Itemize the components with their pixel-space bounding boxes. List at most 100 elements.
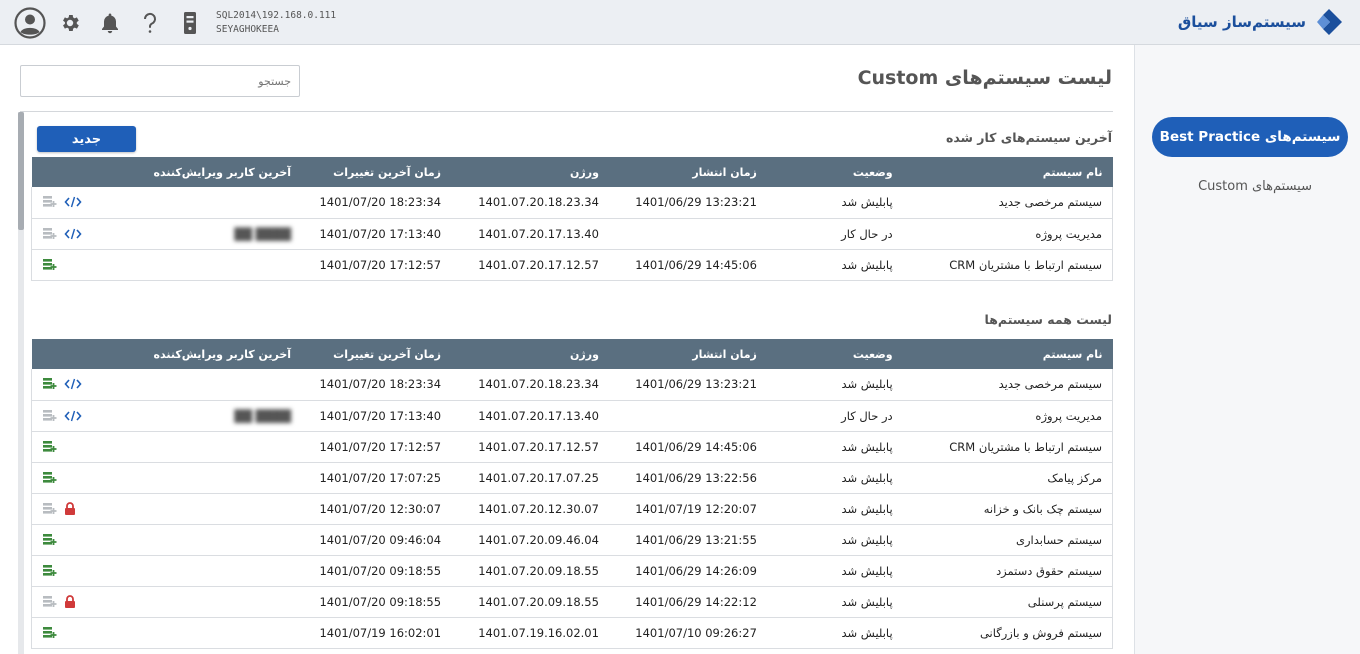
cell-system-name-text: مدیریت پروژه: [1035, 226, 1102, 241]
cell-last-user: [121, 431, 302, 463]
new-system-button[interactable]: جدید: [37, 126, 136, 152]
sidebar-item-best-practice[interactable]: سیستم‌های Best Practice: [1152, 117, 1348, 157]
open-system-icon[interactable]: [42, 471, 57, 485]
cell-version-text: 1401.07.20.17.07.25: [478, 470, 599, 485]
cell-version: 1401.07.20.17.13.40: [451, 218, 609, 250]
code-icon[interactable]: [64, 377, 82, 391]
lock-icon: [64, 595, 76, 608]
cell-modified: 1401/07/20 18:23:34: [301, 369, 452, 401]
open-system-icon[interactable]: [42, 258, 57, 272]
cell-status-text: پابلیش شد: [841, 439, 893, 454]
column-header-published[interactable]: زمان انتشار: [608, 157, 767, 187]
cell-modified-text: 1401/07/20 17:13:40: [319, 408, 442, 423]
lock-icon: [64, 502, 76, 515]
cell-status: پابلیش شد: [766, 555, 903, 587]
table-row[interactable]: سیستم مرخصی جدید پابلیش شد 1401/06/29 13:2…: [31, 187, 1113, 219]
cell-version-text: 1401.07.20.17.13.40: [478, 226, 599, 241]
code-icon[interactable]: [64, 227, 82, 241]
cell-status: پابلیش شد: [766, 462, 903, 494]
column-header-modified[interactable]: زمان آخرین تغییرات: [301, 157, 452, 187]
open-system-icon[interactable]: [42, 440, 57, 454]
cell-published-text: 1401/06/29 13:21:55: [635, 532, 757, 547]
cell-published: 1401/06/29 14:26:09: [608, 555, 767, 587]
gear-icon[interactable]: [54, 7, 86, 39]
table-row[interactable]: سیستم مرخصی جدید پابلیش شد 1401/06/29 13:2…: [31, 369, 1113, 401]
cell-version-text: 1401.07.20.09.18.55: [478, 594, 599, 609]
brand-name: سیستم‌ساز سیاق: [1177, 13, 1306, 31]
cell-version: 1401.07.20.17.12.57: [451, 249, 609, 281]
code-icon[interactable]: [64, 409, 82, 423]
column-header-name[interactable]: نام سیستم: [902, 157, 1113, 187]
cell-modified-text: 1401/07/20 17:12:57: [319, 439, 442, 454]
column-header-version[interactable]: ورژن: [451, 157, 609, 187]
open-system-icon[interactable]: [42, 595, 57, 609]
cell-status: پابلیش شد: [766, 524, 903, 556]
cell-version-text: 1401.07.20.17.12.57: [478, 257, 599, 272]
cell-system-name: سیستم مرخصی جدید: [902, 187, 1113, 219]
column-header-status[interactable]: وضعیت: [766, 157, 903, 187]
cell-published: 1401/06/29 14:45:06: [608, 431, 767, 463]
column-header-modified[interactable]: زمان آخرین تغییرات: [301, 339, 452, 369]
cell-actions: [31, 400, 122, 432]
cell-modified: 1401/07/20 09:46:04: [301, 524, 452, 556]
column-header-status[interactable]: وضعیت: [766, 339, 903, 369]
scrollbar-thumb[interactable]: [18, 112, 24, 230]
open-system-icon[interactable]: [42, 227, 57, 241]
row-actions: [42, 195, 111, 209]
table-row[interactable]: سیستم حسابداری پابلیش شد 1401/06/29 13:21:…: [31, 524, 1113, 556]
main-content: لیست سیستم‌های Custom جدید آخرین سیستم‌ه…: [0, 45, 1134, 654]
cell-system-name: سیستم ارتباط با مشتریان CRM: [902, 249, 1113, 281]
bell-icon[interactable]: [94, 7, 126, 39]
cell-status: در حال کار: [766, 400, 903, 432]
column-header-published[interactable]: زمان انتشار: [608, 339, 767, 369]
cell-version: 1401.07.20.17.07.25: [451, 462, 609, 494]
table-row[interactable]: سیستم فروش و بازرگانی پابلیش شد 1401/07/10…: [31, 617, 1113, 649]
table-row[interactable]: سیستم پرسنلی پابلیش شد 1401/06/29 14:22:12…: [31, 586, 1113, 618]
table-row[interactable]: سیستم ارتباط با مشتریان CRM پابلیش شد 1401…: [31, 431, 1113, 463]
server-icon: [174, 7, 206, 39]
row-actions: [42, 533, 111, 547]
server-info: SQL2014\192.168.0.111 SEYAGHOKEEA: [216, 9, 336, 37]
table-row[interactable]: سیستم ارتباط با مشتریان CRM پابلیش شد 1401…: [31, 249, 1113, 281]
cell-status-text: پابلیش شد: [841, 257, 893, 272]
sidebar-item-custom[interactable]: سیستم‌های Custom: [1198, 179, 1312, 194]
column-header-user[interactable]: آخرین کاربر ویرایش‌کننده: [121, 157, 302, 187]
cell-modified: 1401/07/20 17:13:40: [301, 400, 452, 432]
column-header-version[interactable]: ورژن: [451, 339, 609, 369]
open-system-icon[interactable]: [42, 502, 57, 516]
table-row[interactable]: مرکز پیامک پابلیش شد 1401/06/29 13:22:56 14…: [31, 462, 1113, 494]
open-system-icon[interactable]: [42, 377, 57, 391]
cell-version-text: 1401.07.20.18.23.34: [478, 195, 599, 210]
open-system-icon[interactable]: [42, 626, 57, 640]
cell-version: 1401.07.20.09.18.55: [451, 555, 609, 587]
table-row[interactable]: سیستم چک بانک و خزانه پابلیش شد 1401/07/19…: [31, 493, 1113, 525]
help-icon[interactable]: [134, 7, 166, 39]
cell-last-user: [121, 187, 302, 219]
cell-published-text: 1401/07/19 12:20:07: [635, 501, 757, 516]
user-avatar-icon[interactable]: [14, 7, 46, 39]
open-system-icon[interactable]: [42, 533, 57, 547]
cell-system-name-text: سیستم مرخصی جدید: [998, 377, 1102, 392]
table-row[interactable]: سیستم حقوق دستمزد پابلیش شد 1401/06/29 14:…: [31, 555, 1113, 587]
cell-modified-text: 1401/07/20 17:13:40: [319, 226, 442, 241]
cell-last-user: ████ ██: [121, 400, 302, 432]
open-system-icon[interactable]: [42, 409, 57, 423]
table-row[interactable]: مدیریت پروژه در حال کار 1401.07.20.17.13.4…: [31, 400, 1113, 432]
row-actions: [42, 440, 111, 454]
cell-published-text: 1401/07/10 09:26:27: [635, 625, 757, 640]
open-system-icon[interactable]: [42, 564, 57, 578]
row-actions: [42, 564, 111, 578]
search-input[interactable]: [20, 65, 300, 97]
code-icon[interactable]: [64, 195, 82, 209]
open-system-icon[interactable]: [42, 195, 57, 209]
row-actions: [42, 502, 111, 516]
cell-last-user: ████ ██: [121, 218, 302, 250]
cell-actions: [31, 249, 122, 281]
column-header-user[interactable]: آخرین کاربر ویرایش‌کننده: [121, 339, 302, 369]
cell-actions: [31, 431, 122, 463]
cell-status: پابلیش شد: [766, 493, 903, 525]
brand[interactable]: سیستم‌ساز سیاق: [1178, 7, 1344, 37]
table-row[interactable]: مدیریت پروژه در حال کار 1401.07.20.17.13.4…: [31, 218, 1113, 250]
column-header-name[interactable]: نام سیستم: [902, 339, 1113, 369]
cell-modified-text: 1401/07/20 09:18:55: [319, 594, 442, 609]
